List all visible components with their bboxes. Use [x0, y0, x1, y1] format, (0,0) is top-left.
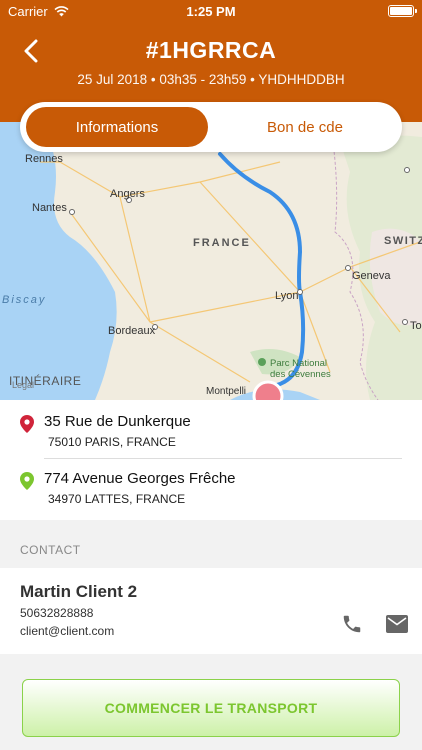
map-pin-green-icon — [20, 472, 34, 490]
battery-icon — [388, 5, 417, 17]
map-label-tours: To — [410, 320, 422, 332]
map-label-geneva: Geneva — [352, 270, 391, 282]
map-label-lyon: Lyon — [275, 290, 299, 302]
destination-marker — [252, 380, 284, 400]
phone-icon — [343, 615, 361, 633]
map-label-park-line2: des Cévennes — [270, 369, 331, 380]
map-label-angers: Angers — [110, 188, 145, 200]
status-time: 1:25 PM — [186, 4, 236, 19]
map-label-park-line1: Parc National — [270, 358, 328, 369]
contact-card: Martin Client 2 50632828888 client@clien… — [0, 568, 422, 654]
tab-bon-de-cde[interactable]: Bon de cde — [214, 107, 396, 147]
contact-section-label: CONTACT — [20, 543, 81, 557]
map-label-rennes: Rennes — [25, 153, 63, 165]
start-transport-button[interactable]: COMMENCER LE TRANSPORT — [22, 679, 400, 737]
map-label-biscay: Biscay — [2, 294, 47, 306]
pickup-street: 35 Rue de Dunkerque — [44, 413, 191, 430]
map-label-bordeaux: Bordeaux — [108, 325, 156, 337]
map-label-switz: SWITZ — [384, 235, 422, 247]
delivery-street: 774 Avenue Georges Frêche — [44, 470, 236, 487]
page-subtitle: 25 Jul 2018 • 03h35 - 23h59 • YHDHHDDBH — [77, 72, 345, 87]
map-label-france: FRANCE — [193, 237, 251, 249]
mail-icon — [386, 615, 408, 633]
map-canvas — [0, 122, 422, 400]
map-label-montpellier: Montpelli — [206, 386, 247, 397]
contact-phone: 50632828888 — [20, 606, 94, 620]
addresses-section: 35 Rue de Dunkerque 75010 PARIS, FRANCE … — [0, 400, 422, 520]
email-button[interactable] — [383, 610, 411, 638]
contact-name: Martin Client 2 — [20, 582, 138, 601]
tab-informations[interactable]: Informations — [26, 107, 208, 147]
map-pin-red-icon — [20, 415, 34, 433]
map-legal-link[interactable]: Legal — [12, 380, 34, 390]
contact-email: client@client.com — [20, 624, 115, 638]
route-map[interactable]: Rennes Angers Nantes FRANCE SWITZ Geneva… — [0, 122, 422, 400]
pickup-city: 75010 PARIS, FRANCE — [48, 435, 176, 449]
map-label-park: Parc National des Cévennes — [270, 358, 331, 380]
delivery-city: 34970 LATTES, FRANCE — [48, 492, 186, 506]
status-bar: Carrier 1:25 PM — [0, 0, 422, 22]
page-title: #1HGRRCA — [145, 37, 277, 63]
address-divider — [44, 458, 402, 459]
call-button[interactable] — [338, 610, 366, 638]
segmented-tabs: Informations Bon de cde — [20, 102, 402, 152]
map-label-nantes: Nantes — [32, 202, 67, 214]
